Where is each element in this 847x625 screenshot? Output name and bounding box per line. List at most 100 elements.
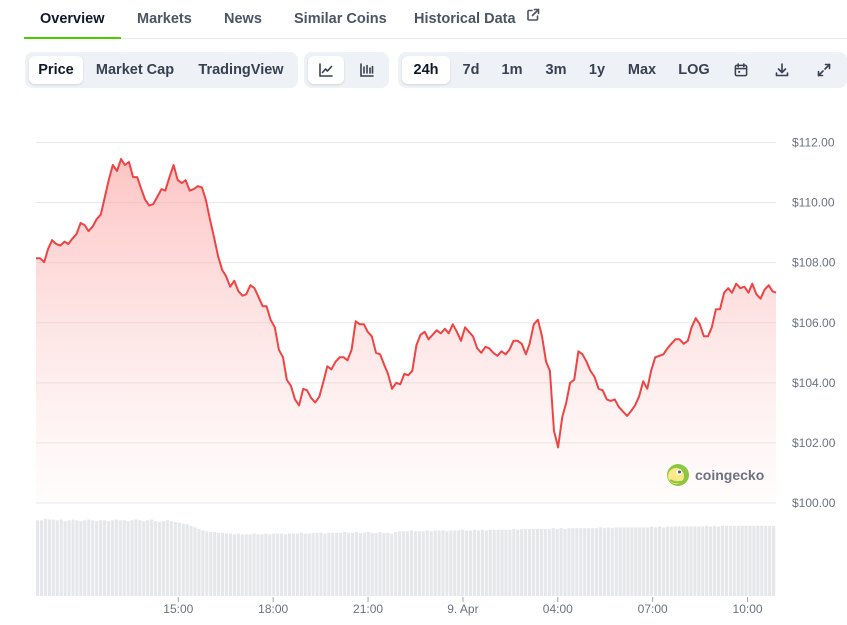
price-area [36,159,776,503]
volume-bar [626,527,630,596]
volume-bar [740,525,744,596]
volume-bar [441,530,445,596]
volume-bar [453,530,457,596]
volume-bar [228,533,233,596]
volume-bar [319,532,323,596]
volume-bar [594,528,599,596]
volume-bar [343,532,347,596]
volume-bar [158,521,162,596]
volume-bar [583,528,587,596]
x-tick-label: 04:00 [543,602,573,616]
volume-bar [291,533,295,596]
volume-bar [756,525,760,596]
volume-bar [55,520,59,596]
price-chart[interactable]: $112.00 $110.00 $108.00 $106.00 $104.00 $102.… [0,0,847,625]
volume-bar [433,530,437,596]
volume-bar [650,526,654,596]
volume-bar [622,527,626,596]
volume-bar [189,525,193,596]
volume-bar [240,534,244,596]
volume-bar [295,533,299,596]
volume-bar [177,522,181,596]
watermark-text: coingecko [695,467,764,483]
volume-bar [677,526,681,596]
volume-bar [39,520,44,596]
volume-bar [709,526,713,596]
volume-bar [276,533,280,596]
volume-bar [571,528,575,596]
volume-bar [484,530,488,596]
volume-bar [764,525,768,596]
volume-bar [500,529,504,596]
volume-bar [185,524,189,596]
volume-bar [504,529,508,596]
volume-bar [221,532,225,596]
volume-bar [299,532,303,596]
volume-bar [673,526,677,596]
volume-bar [95,521,99,596]
x-tick-label: 9. Apr [447,602,478,616]
volume-bar [256,534,260,596]
volume-bar [465,530,469,596]
volume-bar [374,532,378,596]
volume-bar [508,529,512,596]
volume-bar [36,520,40,596]
volume-bar [449,530,453,596]
volume-bar [520,528,524,596]
volume-bar [169,521,173,596]
coingecko-watermark: coingecko [667,464,764,486]
volume-bar [528,528,532,596]
volume-bar [209,532,213,596]
volume-bar [563,528,567,596]
volume-bar [657,526,662,596]
volume-bar [547,528,551,596]
volume-bar [516,529,520,596]
volume-bar [665,526,669,596]
y-tick-label: $110.00 [792,196,835,210]
y-tick-label: $100.00 [792,496,836,510]
volume-bar [370,532,374,596]
volume-bar [287,533,292,596]
volume-bar [315,532,319,596]
volume-bar [63,521,67,596]
volume-bar [642,527,646,596]
volume-bar [716,526,721,596]
volume-bar [638,527,642,596]
volume-bar [610,528,614,596]
volume-bar [130,520,134,596]
volume-bar [720,525,725,596]
volume-bar [75,520,79,596]
volume-bar [535,528,540,596]
volume-bar [110,520,114,596]
volume-bar [713,525,717,596]
volume-bar [705,525,709,596]
volume-bar [752,525,756,596]
volume-bar [71,519,75,596]
volume-bar [669,526,673,596]
volume-bar [59,519,63,596]
volume-bar [173,521,177,596]
volume-bar [366,532,370,596]
x-tick-label: 21:00 [353,602,383,616]
volume-bar [98,520,103,596]
volume-bar [83,520,87,596]
volume-bar [390,533,394,596]
volume-bar [382,532,386,596]
volume-bar [496,529,500,596]
volume-bar [350,532,355,596]
volume-bar [232,534,236,596]
volume-bar [457,530,461,596]
volume-bar [327,532,331,596]
volume-bar [106,521,110,596]
volume-bar [468,530,473,596]
volume-bar [681,526,685,596]
x-tick-label: 18:00 [258,602,288,616]
volume-bar [591,528,595,596]
volume-bar [102,520,107,596]
volume-bar [575,528,579,596]
volume-bar [693,526,697,596]
volume-bar [614,527,618,596]
volume-bar [280,533,284,596]
volume-bar [268,534,272,596]
volume-bar [437,530,441,596]
